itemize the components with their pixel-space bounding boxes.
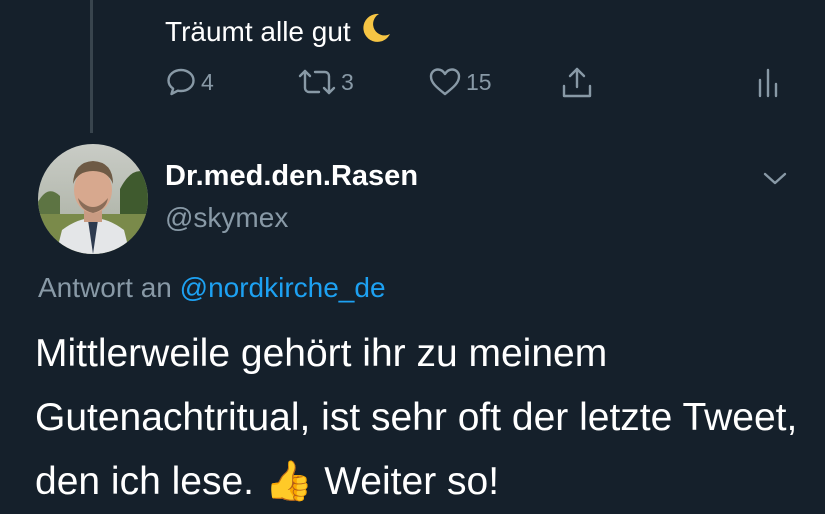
reply-icon (165, 66, 197, 98)
crescent-moon-icon (357, 10, 393, 57)
avatar[interactable] (38, 144, 148, 254)
retweet-button[interactable]: 3 (297, 66, 354, 98)
analytics-icon (755, 66, 781, 98)
tweet-text: Mittlerweile gehört ihr zu meinem Gutena… (35, 332, 798, 503)
thread-connector-line (90, 0, 93, 133)
share-icon (560, 66, 594, 100)
heart-icon (428, 66, 462, 98)
previous-tweet-text: Träumt alle gut (165, 10, 393, 57)
reply-count: 4 (201, 68, 214, 95)
reply-button[interactable]: 4 (165, 66, 214, 98)
like-button[interactable]: 15 (428, 66, 492, 98)
like-count: 15 (466, 68, 492, 95)
user-handle[interactable]: @skymex (165, 202, 288, 234)
reply-prefix: Antwort an (38, 272, 180, 303)
reply-mention-link[interactable]: @nordkirche_de (180, 272, 386, 303)
retweet-count: 3 (341, 68, 354, 95)
retweet-icon (297, 66, 337, 98)
reply-context: Antwort an @nordkirche_de (38, 272, 386, 304)
share-button[interactable] (560, 66, 594, 100)
display-name[interactable]: Dr.med.den.Rasen (165, 160, 418, 193)
previous-tweet-body: Träumt alle gut (165, 15, 351, 47)
chevron-down-icon[interactable] (760, 166, 790, 190)
analytics-button[interactable] (755, 66, 781, 98)
previous-tweet-actions: 4 3 15 (165, 66, 785, 102)
